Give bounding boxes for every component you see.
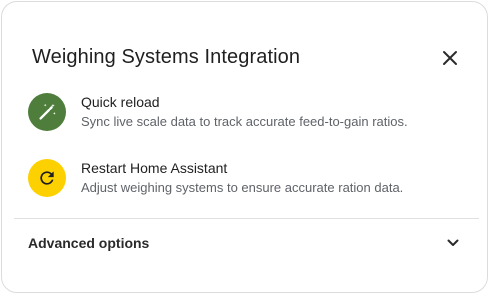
advanced-chevron: [444, 234, 462, 252]
quick-reload-description: Sync live scale data to track accurate f…: [81, 114, 408, 129]
quick-reload-title: Quick reload: [81, 94, 160, 110]
restart-home-assistant-title: Restart Home Assistant: [81, 160, 228, 176]
magic-wand-icon: [39, 103, 56, 120]
advanced-options-toggle[interactable]: Advanced options: [14, 224, 479, 262]
restart-home-assistant-description: Adjust weighing systems to ensure accura…: [81, 180, 404, 195]
quick-reload-icon-badge: [28, 93, 66, 131]
restart-home-assistant-item[interactable]: Restart Home Assistant Adjust weighing s…: [28, 159, 468, 203]
advanced-options-label: Advanced options: [28, 235, 150, 251]
close-icon: [443, 51, 457, 65]
divider: [14, 218, 479, 219]
quick-reload-item[interactable]: Quick reload Sync live scale data to tra…: [28, 93, 468, 137]
dialog-title: Weighing Systems Integration: [32, 46, 301, 68]
close-button[interactable]: [434, 42, 466, 74]
refresh-icon: [40, 171, 54, 185]
dialog: Weighing Systems Integration Quick reloa…: [1, 1, 488, 293]
restart-icon-badge: [28, 159, 66, 197]
chevron-down-icon: [447, 239, 459, 246]
